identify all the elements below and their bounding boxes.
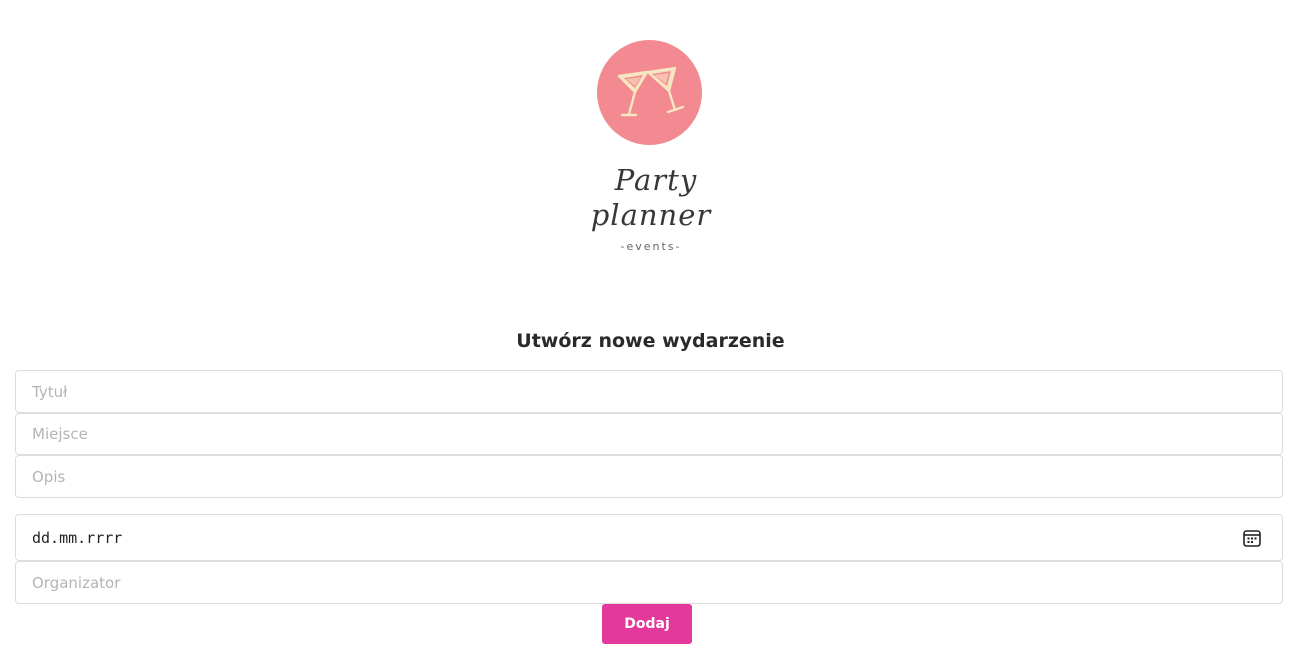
form-title: Utwórz nowe wydarzenie [516, 330, 785, 352]
logo-circle [597, 40, 702, 145]
date-value: dd.mm.rrrr [32, 528, 123, 547]
date-input[interactable]: dd.mm.rrrr [15, 514, 1283, 561]
logo-text-party: Party [614, 163, 698, 197]
title-input[interactable] [15, 370, 1283, 413]
logo-text-events: -events- [620, 240, 682, 253]
place-input[interactable] [15, 413, 1283, 455]
cocktail-glasses-icon [617, 66, 685, 117]
add-event-button[interactable]: Dodaj [602, 604, 692, 644]
logo-text-planner: planner [590, 198, 712, 232]
page: Party planner -events- Utwórz nowe wydar… [0, 0, 1301, 655]
description-input[interactable] [15, 455, 1283, 498]
organizer-input[interactable] [15, 561, 1283, 604]
calendar-icon[interactable] [1242, 528, 1262, 548]
logo: Party planner -events- [583, 38, 719, 260]
